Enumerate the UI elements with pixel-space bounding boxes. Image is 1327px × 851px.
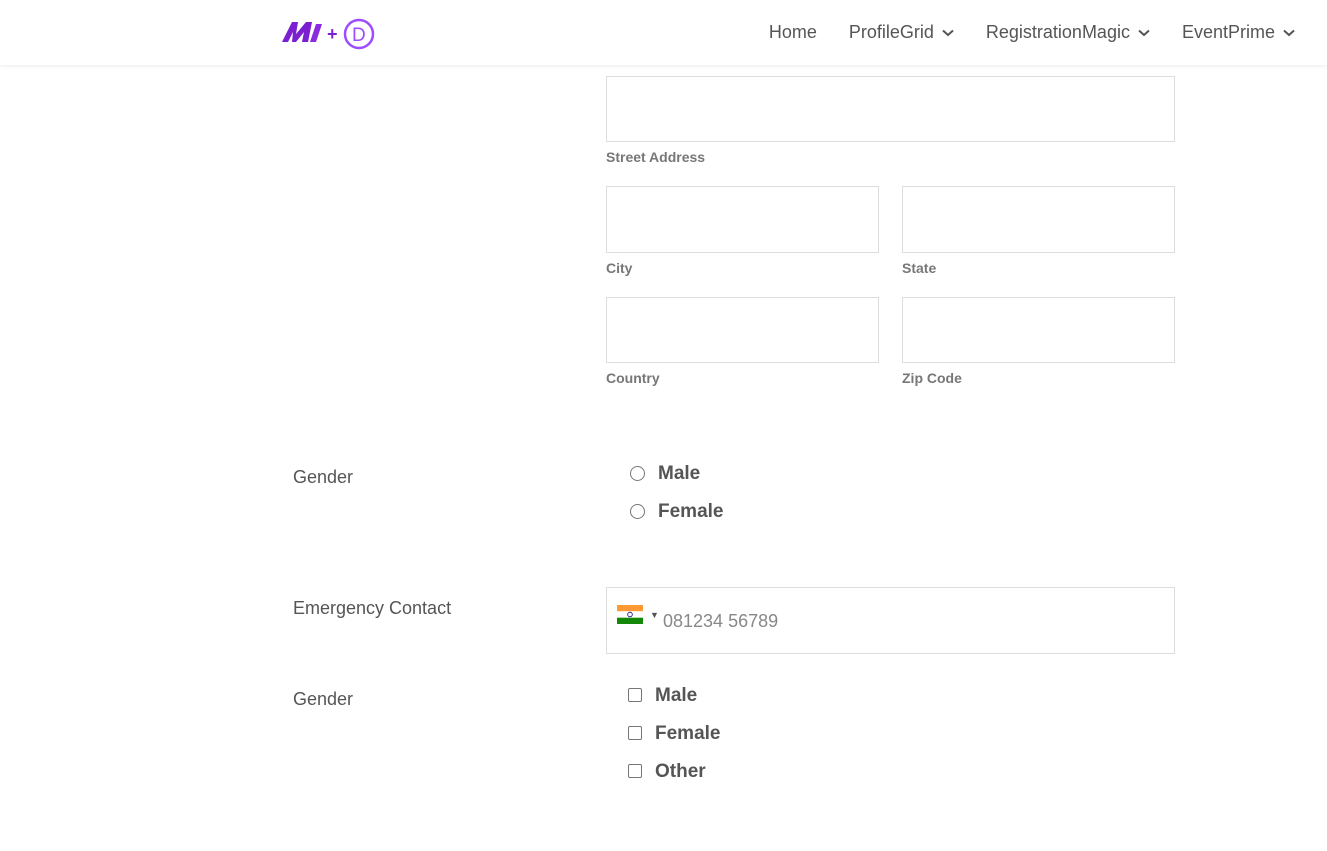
- nav-registrationmagic[interactable]: RegistrationMagic: [986, 22, 1150, 43]
- gender-radio-female[interactable]: Female: [630, 500, 723, 522]
- gender-radio-male[interactable]: Male: [630, 462, 700, 484]
- radio-female[interactable]: [630, 503, 645, 519]
- city-input[interactable]: [606, 186, 879, 253]
- chevron-down-icon: [942, 29, 954, 36]
- svg-text:D: D: [352, 25, 366, 46]
- emergency-contact-field: ▼: [606, 587, 1175, 654]
- radio-female-label: Female: [658, 501, 724, 522]
- country-input[interactable]: [606, 297, 879, 363]
- checkbox-other[interactable]: [628, 764, 642, 778]
- zip-code-input[interactable]: [902, 297, 1175, 363]
- main-nav: Home ProfileGrid RegistrationMagic Event…: [769, 0, 1295, 65]
- gender-checkbox-male[interactable]: Male: [628, 684, 697, 706]
- svg-text:+: +: [327, 24, 338, 44]
- gender-checkbox-other[interactable]: Other: [628, 760, 706, 782]
- gender-checkbox-female[interactable]: Female: [628, 722, 720, 744]
- nav-eventprime[interactable]: EventPrime: [1182, 22, 1295, 43]
- nav-eventprime-label: EventPrime: [1181, 22, 1275, 42]
- gender-radio-label: Gender: [293, 467, 354, 487]
- state-label: State: [902, 260, 937, 276]
- india-flag-icon[interactable]: [617, 605, 643, 624]
- site-logo-icon[interactable]: + D: [280, 16, 376, 50]
- emergency-contact-label: Emergency Contact: [293, 598, 452, 618]
- site-header: + D Home ProfileGrid RegistrationMagic E…: [0, 0, 1327, 65]
- nav-home[interactable]: Home: [769, 22, 817, 43]
- gender-checkbox-label: Gender: [293, 689, 354, 709]
- chevron-down-icon: [1138, 29, 1150, 36]
- checkbox-female-label: Female: [655, 723, 721, 744]
- checkbox-male-label: Male: [655, 685, 698, 706]
- caret-down-icon[interactable]: ▼: [650, 610, 659, 620]
- street-address-label: Street Address: [606, 149, 706, 165]
- city-label: City: [606, 260, 633, 276]
- emergency-phone-input[interactable]: [663, 588, 1163, 653]
- radio-male[interactable]: [630, 465, 645, 481]
- checkbox-male[interactable]: [628, 688, 642, 702]
- nav-profilegrid[interactable]: ProfileGrid: [849, 22, 954, 43]
- state-input[interactable]: [902, 186, 1175, 253]
- street-address-input[interactable]: [606, 76, 1175, 142]
- nav-registrationmagic-label: RegistrationMagic: [985, 22, 1130, 42]
- zip-code-label: Zip Code: [902, 370, 962, 386]
- nav-profilegrid-label: ProfileGrid: [848, 22, 934, 42]
- checkbox-female[interactable]: [628, 726, 642, 740]
- checkbox-other-label: Other: [655, 761, 706, 782]
- country-label: Country: [606, 370, 660, 386]
- nav-home-label: Home: [768, 22, 817, 42]
- radio-male-label: Male: [658, 463, 701, 484]
- chevron-down-icon: [1283, 29, 1295, 36]
